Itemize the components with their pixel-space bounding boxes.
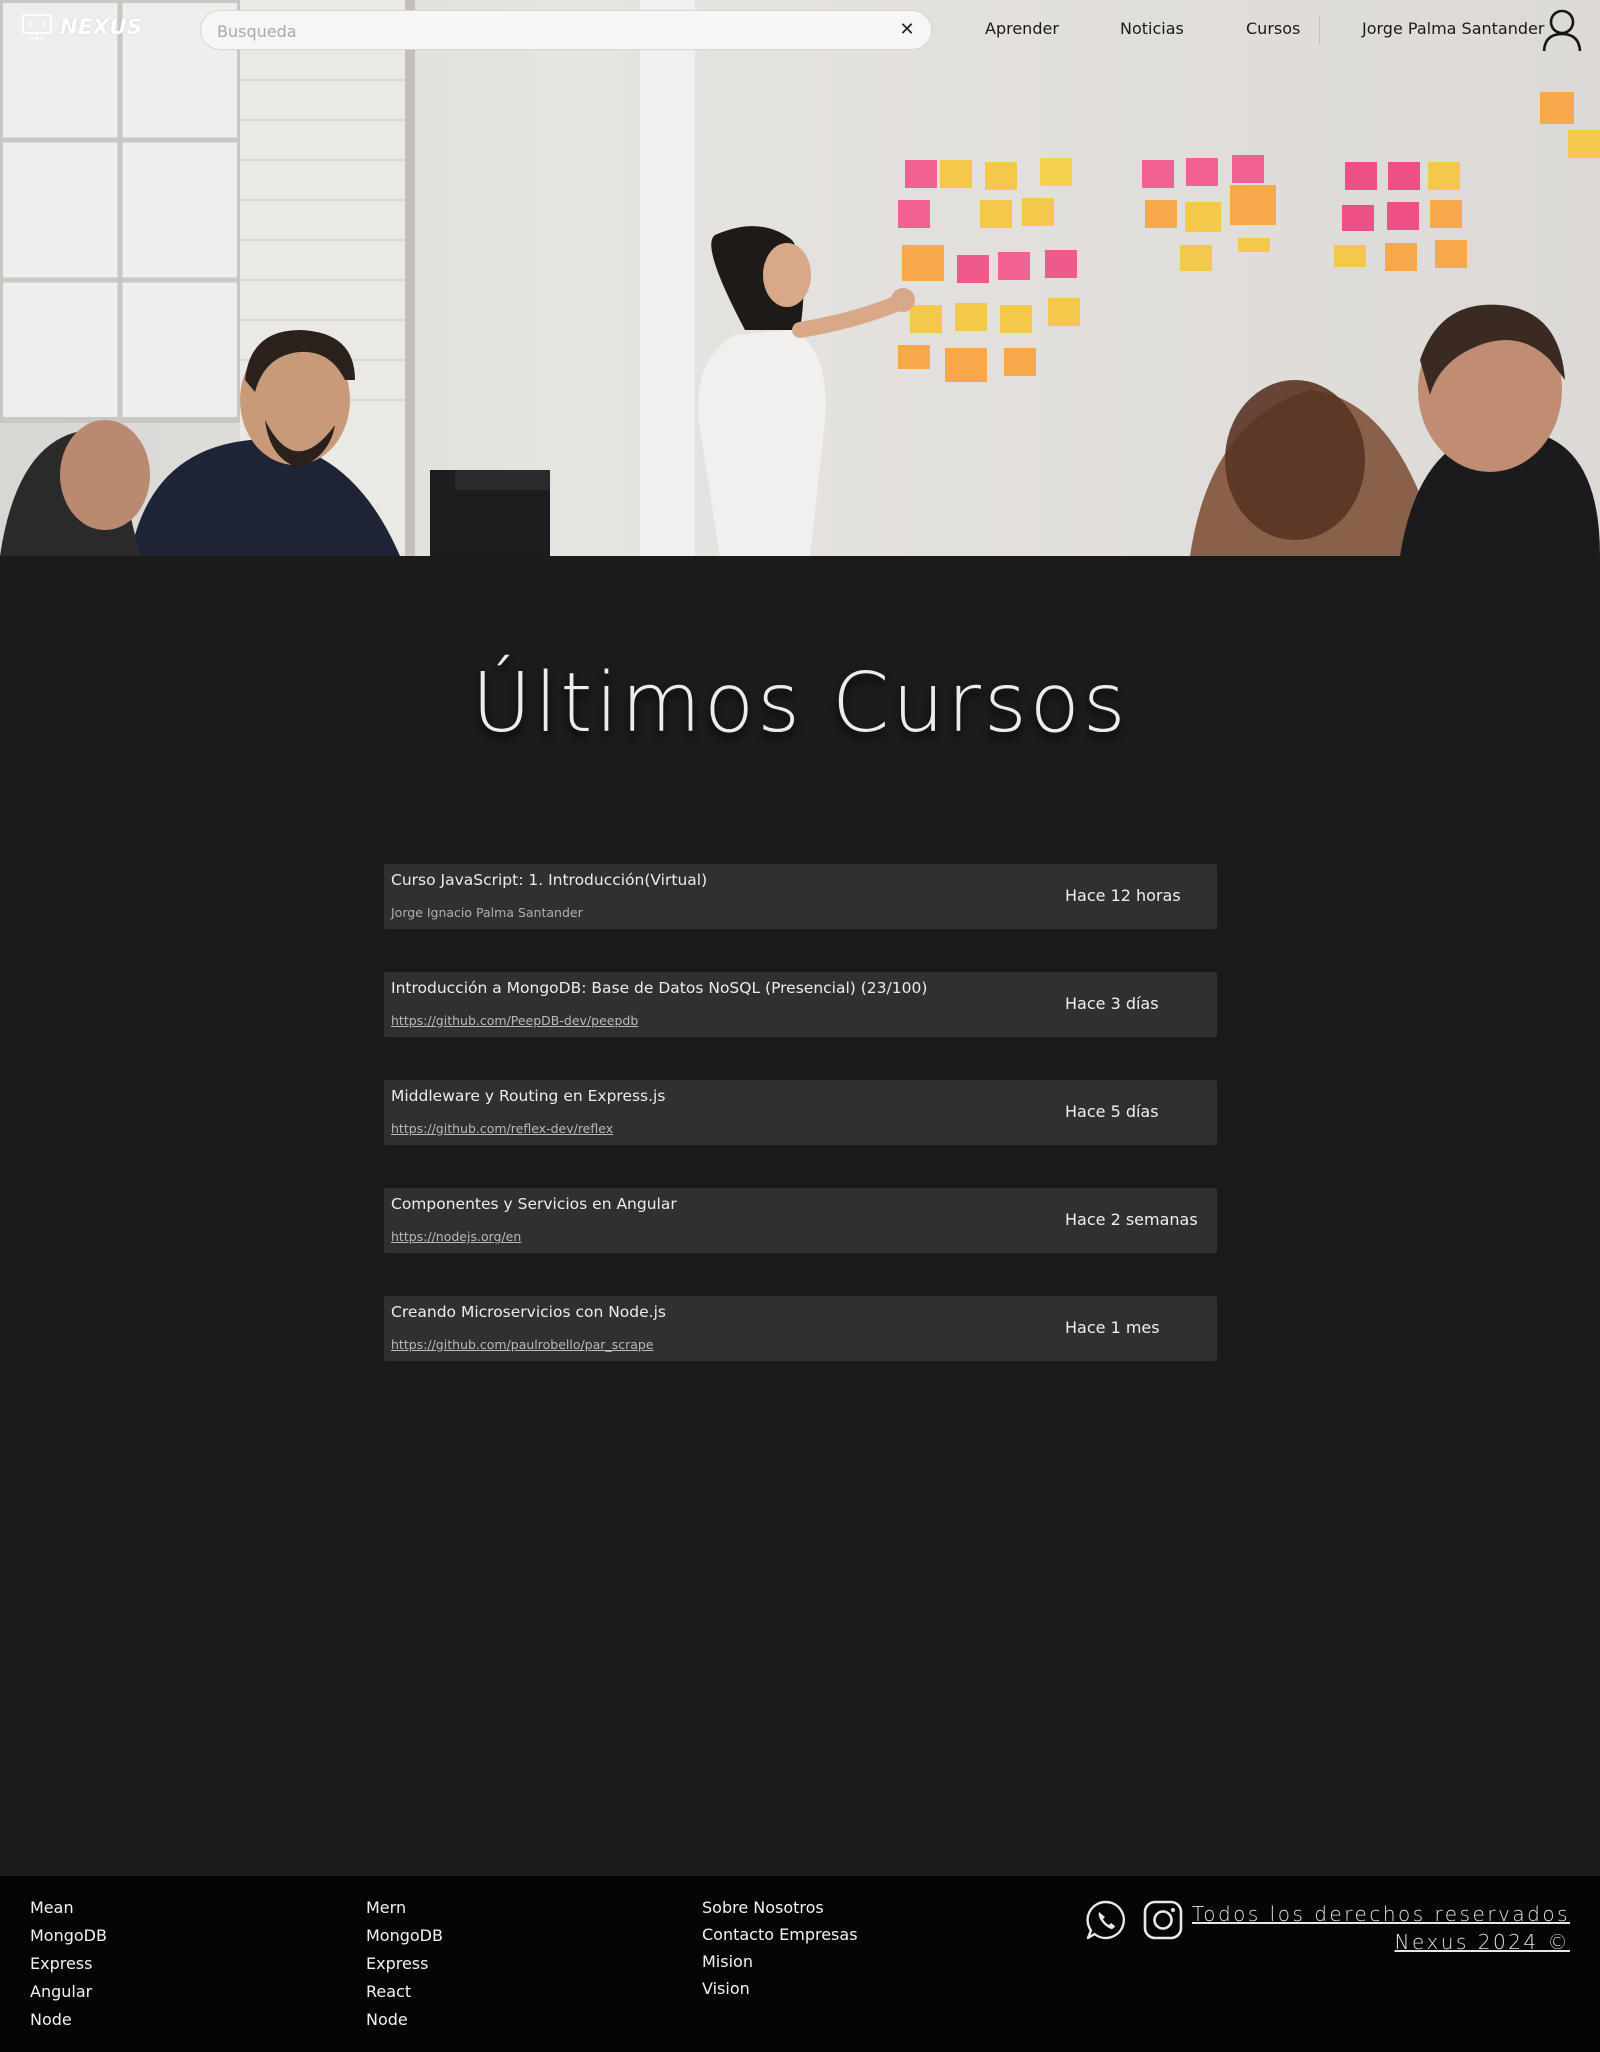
course-title: Curso JavaScript: 1. Introducción(Virtua… [391, 871, 708, 889]
footer-link[interactable]: Node [366, 2006, 443, 2034]
whatsapp-icon[interactable] [1085, 1899, 1127, 1941]
footer-link[interactable]: Mision [702, 1948, 858, 1975]
course-card[interactable]: Middleware y Routing en Express.js https… [384, 1080, 1217, 1145]
course-title: Creando Microservicios con Node.js [391, 1303, 666, 1321]
user-name[interactable]: Jorge Palma Santander [1362, 19, 1544, 38]
course-time: Hace 3 días [1065, 994, 1159, 1013]
footer-column-mern: Mern MongoDB Express React Node [366, 1894, 443, 2034]
close-icon[interactable]: ✕ [897, 20, 917, 40]
course-time: Hace 2 semanas [1065, 1210, 1198, 1229]
footer-link[interactable]: Express [366, 1950, 443, 1978]
footer-link[interactable]: Sobre Nosotros [702, 1894, 858, 1921]
course-card[interactable]: Componentes y Servicios en Angular https… [384, 1188, 1217, 1253]
footer-link[interactable]: Contacto Empresas [702, 1921, 858, 1948]
footer-link[interactable]: Vision [702, 1975, 858, 2002]
course-link[interactable]: https://github.com/reflex-dev/reflex [391, 1121, 613, 1136]
user-icon[interactable] [1541, 8, 1583, 52]
footer-link[interactable]: Mean [30, 1894, 107, 1922]
footer: Mean MongoDB Express Angular Node Mern M… [0, 1876, 1600, 2052]
page-title: Últimos Cursos [471, 656, 1129, 751]
copyright-line: Todos los derechos reservados [1191, 1902, 1570, 1926]
course-link[interactable]: https://nodejs.org/en [391, 1229, 521, 1244]
course-title: Middleware y Routing en Express.js [391, 1087, 666, 1105]
footer-link[interactable]: MongoDB [366, 1922, 443, 1950]
course-card[interactable]: Introducción a MongoDB: Base de Datos No… [384, 972, 1217, 1037]
footer-link[interactable]: React [366, 1978, 443, 2006]
course-link[interactable]: https://github.com/PeepDB-dev/peepdb [391, 1013, 638, 1028]
course-card[interactable]: Creando Microservicios con Node.js https… [384, 1296, 1217, 1361]
copyright-line: Nexus 2024 © [1394, 1930, 1570, 1954]
nav-link-cursos[interactable]: Cursos [1246, 19, 1300, 38]
course-card[interactable]: Curso JavaScript: 1. Introducción(Virtua… [384, 864, 1217, 929]
navbar: NEXUS ✕ Aprender Noticias Cursos Jorge P… [0, 0, 1600, 60]
copyright[interactable]: Todos los derechos reservados Nexus 2024… [1192, 1900, 1570, 1956]
course-time: Hace 1 mes [1065, 1318, 1160, 1337]
course-time: Hace 5 días [1065, 1102, 1159, 1121]
nav-divider [1319, 16, 1320, 44]
search-input[interactable] [217, 19, 877, 43]
brand-name: NEXUS [60, 15, 143, 39]
footer-column-mean: Mean MongoDB Express Angular Node [30, 1894, 107, 2034]
course-title: Componentes y Servicios en Angular [391, 1195, 677, 1213]
course-time: Hace 12 horas [1065, 886, 1181, 905]
footer-column-about: Sobre Nosotros Contacto Empresas Mision … [702, 1894, 858, 2002]
hero-photo [0, 0, 1600, 556]
nav-link-aprender[interactable]: Aprender [985, 19, 1059, 38]
footer-link[interactable]: Angular [30, 1978, 107, 2006]
course-list: Curso JavaScript: 1. Introducción(Virtua… [384, 864, 1217, 1404]
footer-link[interactable]: MongoDB [30, 1922, 107, 1950]
footer-link[interactable]: Node [30, 2006, 107, 2034]
brand-logo[interactable]: NEXUS [22, 14, 143, 40]
course-author: Jorge Ignacio Palma Santander [391, 905, 583, 920]
footer-link[interactable]: Express [30, 1950, 107, 1978]
footer-link[interactable]: Mern [366, 1894, 443, 1922]
nav-link-noticias[interactable]: Noticias [1120, 19, 1184, 38]
course-title: Introducción a MongoDB: Base de Datos No… [391, 979, 928, 997]
hero-banner [0, 0, 1600, 556]
search-bar: ✕ [200, 10, 932, 50]
instagram-icon[interactable] [1142, 1899, 1184, 1941]
monitor-icon [22, 14, 52, 40]
course-link[interactable]: https://github.com/paulrobello/par_scrap… [391, 1337, 654, 1352]
